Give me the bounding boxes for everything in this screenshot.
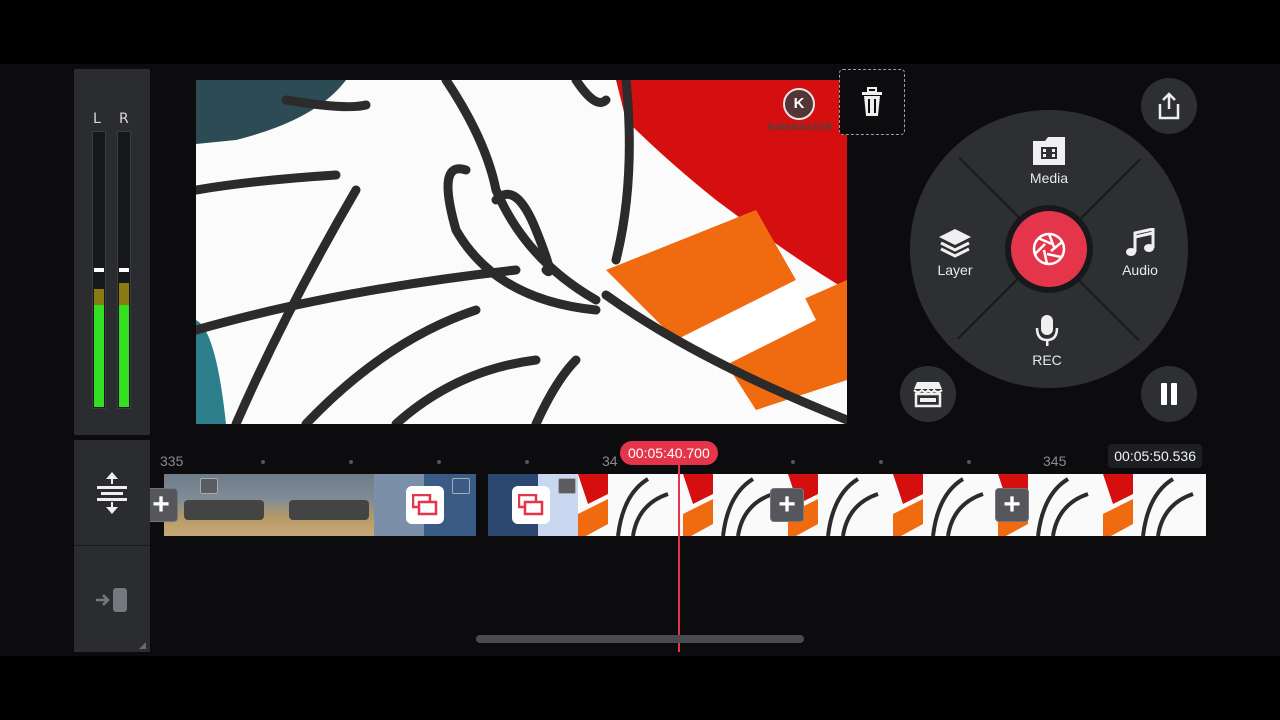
trash-icon [862, 87, 882, 116]
camera-shutter-icon [1032, 232, 1066, 266]
timeline-exit-icon [96, 587, 127, 612]
capture-button[interactable] [1005, 205, 1093, 293]
transition-icon[interactable] [406, 486, 444, 524]
clip-thumbnails [578, 474, 1206, 536]
layer-label: Layer [937, 262, 973, 278]
rec-button[interactable]: REC [1007, 314, 1087, 368]
watermark-text: KINEMASTER [768, 122, 833, 132]
timeline-clip[interactable] [374, 474, 476, 536]
add-clip-button[interactable]: + [770, 488, 804, 522]
media-label: Media [1029, 170, 1069, 186]
pause-button[interactable] [1141, 366, 1197, 422]
timeline-expand-icon [97, 471, 127, 514]
rec-label: REC [1032, 352, 1062, 368]
meter-left-label: L [93, 111, 101, 127]
ruler-label-345: 345 [1043, 453, 1067, 469]
timeline-clip[interactable] [164, 474, 374, 536]
ruler-label-335: 335 [160, 453, 184, 469]
timeline[interactable]: 335 34 345 00:05:40.700 00:05:50.536 + +… [74, 440, 1206, 652]
share-icon [1158, 92, 1180, 120]
layer-icon [939, 229, 971, 258]
kinemaster-watermark: K KINEMASTER [768, 88, 833, 132]
meter-right-bar [117, 131, 131, 409]
media-wheel-menu: Media Layer Audio REC [910, 110, 1188, 388]
share-button[interactable] [1141, 78, 1197, 134]
playhead[interactable] [678, 464, 680, 652]
asset-store-icon [913, 382, 943, 408]
timeline-exit-button[interactable] [74, 547, 150, 652]
transition-icon[interactable] [512, 486, 550, 524]
meter-left-bar [92, 131, 106, 409]
audio-level-meter: L R [74, 69, 150, 435]
add-clip-button[interactable]: + [995, 488, 1029, 522]
ruler-label-340: 34 [602, 453, 618, 469]
layer-button[interactable]: Layer [915, 228, 995, 278]
asset-store-button[interactable] [900, 366, 956, 422]
current-time-badge: 00:05:40.700 [620, 441, 718, 465]
kinemaster-editor: L R K KINEMASTER Media Layer Audio REC 3… [0, 64, 1280, 656]
add-clip-button[interactable]: + [150, 488, 178, 522]
timeline-scrollbar[interactable] [476, 635, 804, 643]
video-preview[interactable]: K KINEMASTER [196, 80, 847, 424]
pause-icon [1161, 383, 1177, 405]
audio-icon [1126, 228, 1155, 256]
media-button[interactable]: Media [1009, 136, 1089, 186]
timeline-clip[interactable] [488, 474, 578, 536]
preview-frame-image [196, 80, 847, 424]
audio-label: Audio [1122, 262, 1158, 278]
timeline-clip[interactable] [578, 474, 1206, 536]
meter-right-label: R [119, 111, 129, 127]
audio-button[interactable]: Audio [1100, 228, 1180, 278]
total-duration: 00:05:50.536 [1108, 444, 1202, 468]
mic-icon [1035, 315, 1059, 346]
delete-button[interactable] [839, 69, 905, 135]
timeline-tools [74, 440, 150, 652]
kinemaster-logo-icon: K [783, 88, 815, 120]
timeline-expand-button[interactable] [74, 440, 150, 546]
media-icon [1033, 137, 1065, 165]
